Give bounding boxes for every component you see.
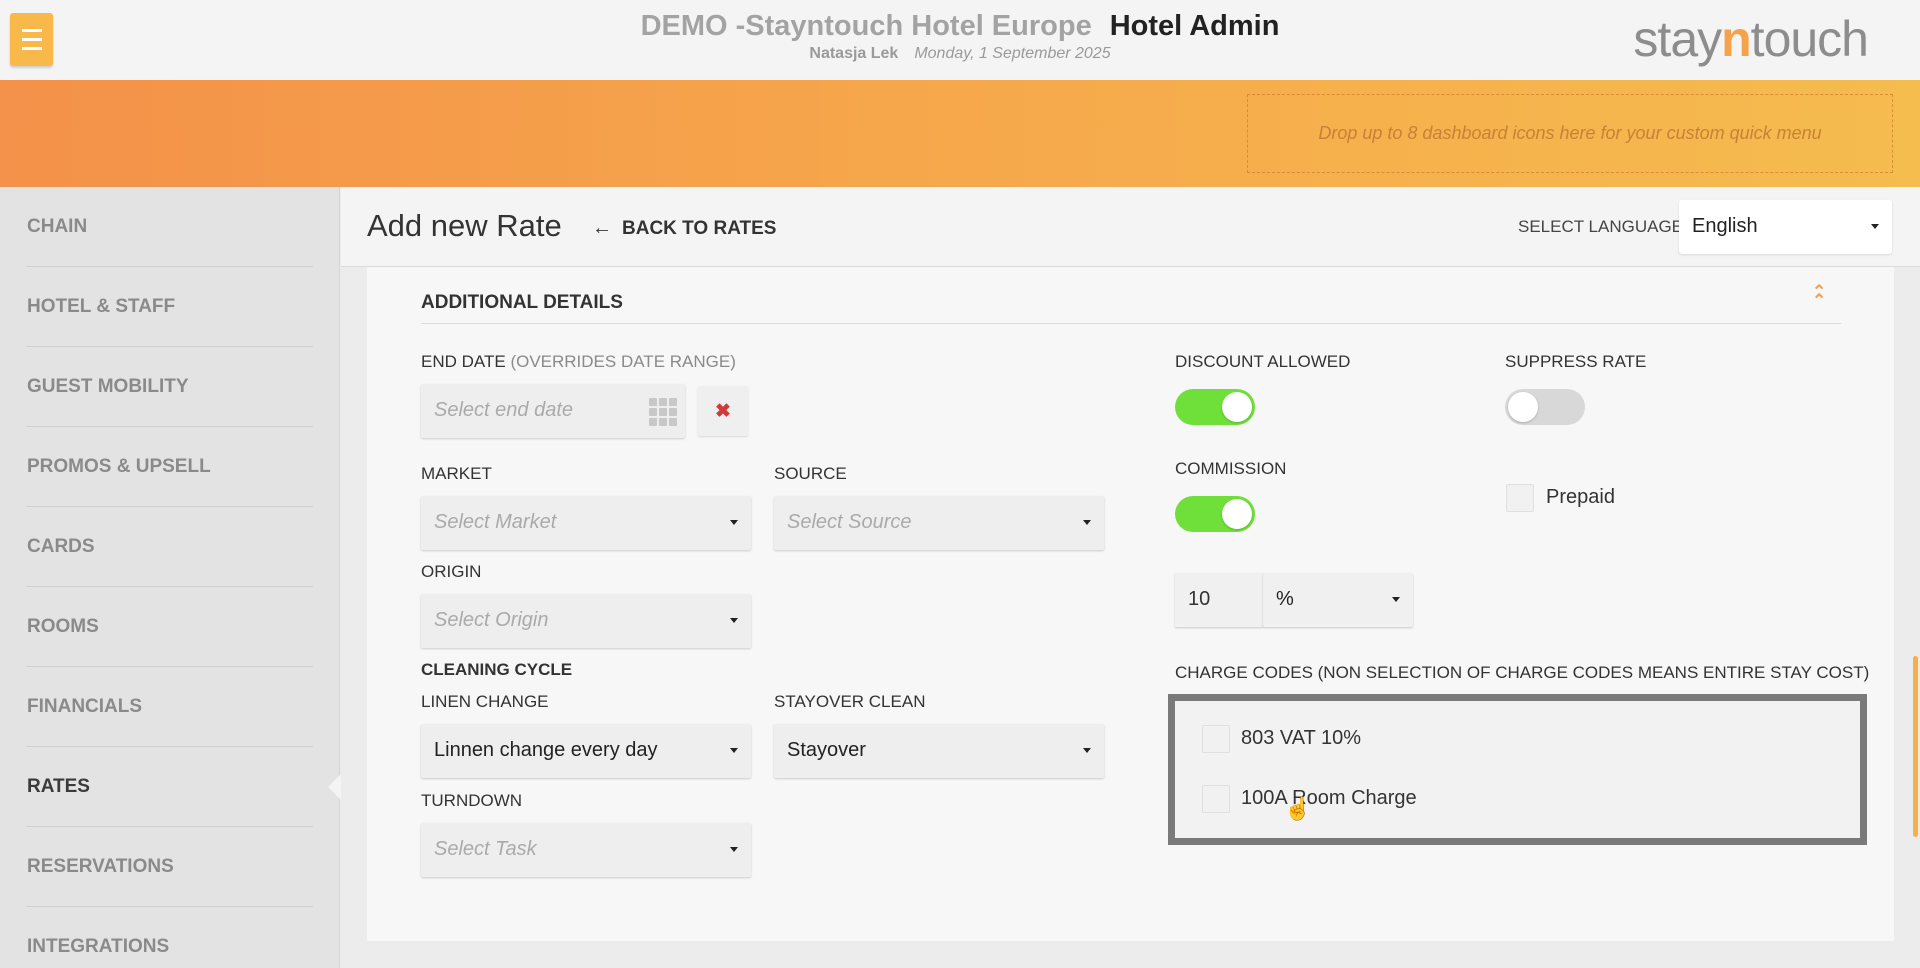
close-icon: ✖ xyxy=(715,400,731,422)
quick-menu-drop-zone[interactable]: Drop up to 8 dashboard icons here for yo… xyxy=(1247,94,1893,173)
discount-allowed-label: DISCOUNT ALLOWED xyxy=(1175,352,1351,371)
end-date-label-text: END DATE xyxy=(421,352,506,371)
linen-change-value: Linnen change every day xyxy=(434,739,658,761)
charge-code-label[interactable]: 803 VAT 10% xyxy=(1241,727,1361,750)
section-divider xyxy=(421,323,1841,324)
sidebar-item-guest-mobility[interactable]: GUEST MOBILITY xyxy=(27,347,313,427)
sidebar-item-reservations[interactable]: RESERVATIONS xyxy=(27,827,313,907)
language-value: English xyxy=(1692,215,1758,237)
hotel-name: DEMO -Stayntouch Hotel Europe xyxy=(640,10,1092,42)
hand-pointer-icon: ☝ xyxy=(1284,796,1312,821)
scrollbar-thumb[interactable] xyxy=(1913,656,1918,837)
quick-menu-bar: Drop up to 8 dashboard icons here for yo… xyxy=(0,80,1920,187)
turndown-placeholder: Select Task xyxy=(434,838,537,860)
charge-codes-list: 803 VAT 10% 100A Room Charge xyxy=(1168,694,1867,845)
end-date-label: END DATE (OVERRIDES DATE RANGE) xyxy=(421,352,736,372)
clear-end-date-button[interactable]: ✖ xyxy=(698,386,748,436)
commission-unit-select[interactable]: % xyxy=(1263,573,1413,627)
market-label: MARKET xyxy=(421,464,492,483)
select-language-label: SELECT LANGUAGE xyxy=(1518,217,1684,236)
chevron-down-icon xyxy=(1871,224,1879,229)
origin-label: ORIGIN xyxy=(421,562,482,581)
source-placeholder: Select Source xyxy=(787,511,912,533)
linen-change-label: LINEN CHANGE xyxy=(421,692,549,711)
logo-part: touch xyxy=(1750,11,1869,67)
chevron-down-icon xyxy=(730,520,738,525)
toggle-knob xyxy=(1508,392,1538,422)
current-date: Monday, 1 September 2025 xyxy=(914,45,1111,62)
sidebar-item-financials[interactable]: FINANCIALS xyxy=(27,667,313,747)
form-panel: ADDITIONAL DETAILS ⌃ ⌃ END DATE (OVERRIDE… xyxy=(367,267,1918,941)
end-date-hint: (OVERRIDES DATE RANGE) xyxy=(510,352,736,371)
market-select[interactable]: Select Market xyxy=(421,496,751,550)
turndown-label: TURNDOWN xyxy=(421,791,523,810)
suppress-rate-toggle[interactable] xyxy=(1505,389,1585,425)
charge-code-checkbox[interactable] xyxy=(1202,725,1230,753)
source-select[interactable]: Select Source xyxy=(774,496,1104,550)
toggle-knob xyxy=(1222,392,1252,422)
chevron-down-icon xyxy=(730,847,738,852)
turndown-select[interactable]: Select Task xyxy=(421,823,751,877)
suppress-rate-label: SUPPRESS RATE xyxy=(1505,352,1647,371)
sidebar-item-rates[interactable]: RATES xyxy=(27,747,313,827)
commission-toggle[interactable] xyxy=(1175,496,1255,532)
sidebar-item-rooms[interactable]: ROOMS xyxy=(27,587,313,667)
charge-code-checkbox[interactable] xyxy=(1202,785,1230,813)
logo-part: stay xyxy=(1633,11,1722,67)
prepaid-label: Prepaid xyxy=(1546,486,1615,508)
section-title: ADDITIONAL DETAILS xyxy=(421,292,623,313)
charge-code-label[interactable]: 100A Room Charge xyxy=(1241,787,1417,810)
collapse-chevrons-up-icon[interactable]: ⌃ ⌃ xyxy=(1812,283,1826,309)
commission-amount-input[interactable]: 10 xyxy=(1175,573,1263,627)
stayover-clean-value: Stayover xyxy=(787,739,866,761)
header-subtitle: Natasja Lek Monday, 1 September 2025 xyxy=(0,45,1920,63)
sidebar-item-hotel-staff[interactable]: HOTEL & STAFF xyxy=(27,267,313,347)
chevron-down-icon xyxy=(730,618,738,623)
market-placeholder: Select Market xyxy=(434,511,557,533)
sidebar-item-chain[interactable]: CHAIN xyxy=(27,187,313,267)
chevron-down-icon xyxy=(1083,748,1091,753)
header-title: DEMO -Stayntouch Hotel Europe Hotel Admin xyxy=(0,10,1920,43)
sidebar-item-promos-upsell[interactable]: PROMOS & UPSELL xyxy=(27,427,313,507)
top-header: DEMO -Stayntouch Hotel Europe Hotel Admin… xyxy=(0,0,1920,80)
logo-part: n xyxy=(1721,11,1752,67)
user-name: Natasja Lek xyxy=(809,45,899,62)
stayover-clean-select[interactable]: Stayover xyxy=(774,724,1104,778)
cleaning-cycle-heading: CLEANING CYCLE xyxy=(421,660,573,679)
main-content: Add new Rate ← BACK TO RATES SELECT LANG… xyxy=(341,187,1920,968)
commission-unit-value: % xyxy=(1276,588,1294,610)
end-date-placeholder: Select end date xyxy=(434,399,573,421)
chevron-down-icon xyxy=(1392,597,1400,602)
linen-change-select[interactable]: Linnen change every day xyxy=(421,724,751,778)
origin-select[interactable]: Select Origin xyxy=(421,594,751,648)
app-name: Hotel Admin xyxy=(1109,10,1280,42)
sidebar-item-cards[interactable]: CARDS xyxy=(27,507,313,587)
active-item-indicator xyxy=(328,774,341,800)
end-date-input[interactable]: Select end date xyxy=(421,384,685,438)
stayover-clean-label: STAYOVER CLEAN xyxy=(774,692,926,711)
charge-codes-label: CHARGE CODES (NON SELECTION OF CHARGE CO… xyxy=(1175,663,1870,682)
origin-placeholder: Select Origin xyxy=(434,609,549,631)
discount-allowed-toggle[interactable] xyxy=(1175,389,1255,425)
back-link-label: BACK TO RATES xyxy=(622,217,777,239)
back-to-rates-link[interactable]: ← BACK TO RATES xyxy=(592,217,776,240)
calendar-icon[interactable] xyxy=(649,398,677,426)
arrow-left-icon: ← xyxy=(592,217,612,239)
source-label: SOURCE xyxy=(774,464,847,483)
prepaid-checkbox[interactable] xyxy=(1506,484,1534,512)
chevron-down-icon xyxy=(1083,520,1091,525)
language-select[interactable]: English xyxy=(1679,200,1892,254)
page-title: Add new Rate xyxy=(367,208,562,243)
page-header: Add new Rate ← BACK TO RATES SELECT LANG… xyxy=(341,187,1920,267)
sidebar-item-integrations[interactable]: INTEGRATIONS xyxy=(27,907,313,968)
chevron-down-icon xyxy=(730,748,738,753)
toggle-knob xyxy=(1222,499,1252,529)
stayntouch-logo: stayntouch xyxy=(1633,10,1869,68)
sidebar: CHAIN HOTEL & STAFF GUEST MOBILITY PROMO… xyxy=(0,187,341,968)
commission-label: COMMISSION xyxy=(1175,459,1287,478)
